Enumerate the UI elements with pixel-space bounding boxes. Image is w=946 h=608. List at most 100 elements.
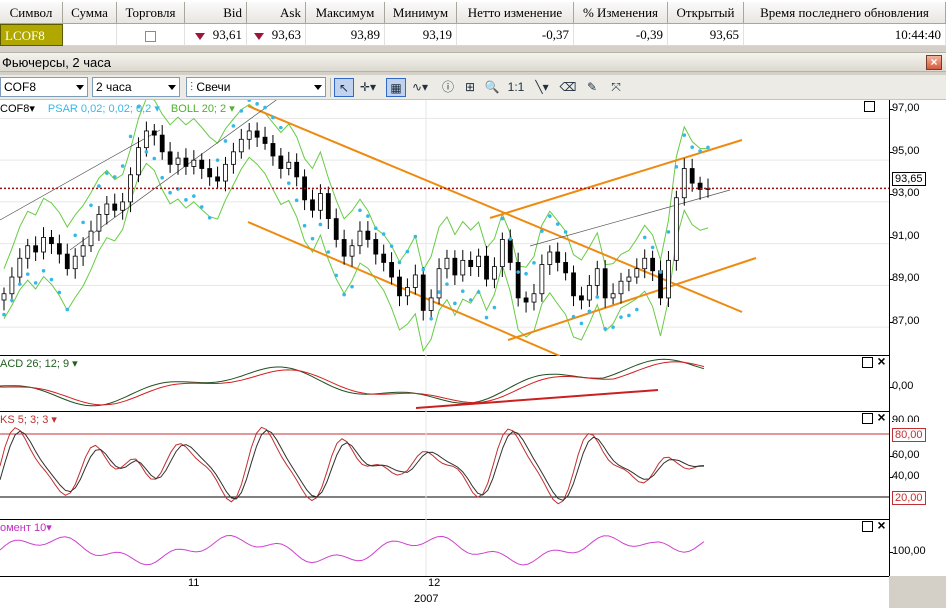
- grid-tool[interactable]: ▦: [386, 78, 406, 97]
- column-header-open[interactable]: Открытый: [668, 2, 744, 24]
- bid-down-arrow-icon: [194, 32, 205, 40]
- chart-type-combo[interactable]: ⫶ Свечи: [186, 77, 326, 97]
- psar-dot: [152, 156, 157, 161]
- cell-amount[interactable]: [63, 24, 117, 46]
- macd-plot[interactable]: [0, 356, 889, 412]
- column-header-net-change[interactable]: Нетто изменение: [457, 2, 574, 24]
- candle-body: [602, 268, 608, 299]
- maximize-pane-button[interactable]: [862, 413, 873, 424]
- psar-dot: [120, 164, 125, 168]
- candle-body: [389, 262, 394, 278]
- candle-body: [357, 230, 363, 247]
- macd-main-line: [0, 358, 705, 407]
- stochastic-plot[interactable]: [0, 412, 889, 520]
- column-header-high[interactable]: Максимум: [306, 2, 385, 24]
- zoom-tool[interactable]: 🔍: [482, 78, 502, 97]
- candle-body: [333, 218, 339, 240]
- candle-body: [507, 239, 513, 263]
- symbol-legend[interactable]: COF8▾: [0, 103, 35, 115]
- candle-body: [420, 274, 426, 311]
- column-header-symbol[interactable]: Символ: [0, 2, 63, 24]
- momentum-legend[interactable]: омент 10▾: [0, 521, 52, 534]
- close-window-button[interactable]: ×: [926, 55, 942, 70]
- column-header-low[interactable]: Минимум: [385, 2, 457, 24]
- column-header-pct-change[interactable]: % Изменения: [574, 2, 668, 24]
- psar-dot: [571, 314, 576, 319]
- psar-dot: [381, 232, 386, 236]
- psar-dot: [192, 194, 196, 198]
- candle-body: [143, 130, 149, 149]
- psar-dot: [73, 233, 77, 238]
- momentum-pane[interactable]: омент 10▾ ×: [0, 518, 889, 576]
- psar-dot: [555, 222, 560, 226]
- quote-row[interactable]: LCOF8 93,61 93,63 93,89 93,19 -0,37 -0,3…: [0, 24, 946, 46]
- stochastic-legend[interactable]: KS 5; 3; 3 ▾: [0, 413, 57, 426]
- paint-tool[interactable]: ✎: [582, 78, 602, 97]
- candle-body: [246, 130, 252, 140]
- cell-symbol[interactable]: LCOF8: [0, 24, 63, 46]
- interval-combo[interactable]: 2 часа: [92, 77, 180, 97]
- boll-legend[interactable]: BOLL 20; 2 ▾: [171, 103, 235, 115]
- momentum-plot[interactable]: [0, 520, 889, 576]
- line-tool[interactable]: ╲▾: [532, 78, 552, 97]
- candle-body: [681, 168, 687, 199]
- trend-line: [0, 129, 161, 221]
- psar-legend[interactable]: PSAR 0,02; 0,02; 0,2 ▾: [48, 103, 160, 115]
- candle-body: [112, 203, 118, 211]
- column-header-trade[interactable]: Торговля: [117, 2, 185, 24]
- info-tool[interactable]: ⓘ: [438, 78, 458, 97]
- psar-dot: [41, 268, 46, 273]
- candle-body: [80, 245, 86, 257]
- psar-dot: [255, 102, 259, 106]
- cursor-tool[interactable]: ↖: [334, 78, 354, 97]
- stochastic-upper-level-tag: 80,00: [892, 428, 926, 442]
- candle-body: [286, 161, 292, 169]
- candle-body: [96, 214, 102, 232]
- eraser-tool[interactable]: ⌫: [558, 78, 578, 97]
- close-pane-icon[interactable]: ×: [876, 354, 887, 368]
- psar-dot: [611, 325, 615, 329]
- close-pane-icon[interactable]: ×: [876, 518, 887, 532]
- column-header-ask[interactable]: Ask: [247, 2, 306, 24]
- chart-area[interactable]: COF8▾ PSAR 0,02; 0,02; 0,2 ▾ BOLL 20; 2 …: [0, 100, 946, 608]
- price-plot[interactable]: [0, 100, 889, 356]
- price-tick: 87,00: [889, 315, 920, 327]
- symbol-combo[interactable]: COF8: [0, 77, 88, 97]
- candle-body: [634, 268, 640, 278]
- stochastic-k-line: [0, 426, 705, 505]
- fibonacci-tool[interactable]: ⤧: [606, 78, 626, 97]
- chart-window-titlebar[interactable]: Фьючерсы, 2 часа ×: [0, 52, 946, 72]
- macd-legend[interactable]: ACD 26; 12; 9 ▾: [0, 357, 78, 370]
- stochastic-tick: 40,00: [889, 470, 920, 482]
- column-header-updated[interactable]: Время последнего обновления: [744, 2, 946, 24]
- crosshair-tool[interactable]: ✛▾: [358, 78, 378, 97]
- macd-pane[interactable]: ACD 26; 12; 9 ▾ ×: [0, 354, 889, 412]
- psar-dot: [642, 235, 647, 240]
- psar-dot: [437, 290, 441, 294]
- column-header-bid[interactable]: Bid: [185, 2, 247, 24]
- stochastic-tick: 60,00: [889, 449, 920, 461]
- toolbar-separator: [330, 78, 331, 97]
- maximize-pane-button[interactable]: [862, 357, 873, 368]
- candle-body: [341, 239, 347, 257]
- scale-tool[interactable]: 1:1: [506, 78, 526, 97]
- candle-body: [72, 255, 78, 270]
- close-pane-icon[interactable]: ×: [876, 410, 887, 424]
- stochastic-pane[interactable]: KS 5; 3; 3 ▾ ×: [0, 410, 889, 520]
- indicators-tool[interactable]: ∿▾: [410, 78, 430, 97]
- trade-checkbox[interactable]: [145, 30, 156, 42]
- column-header-amount[interactable]: Сумма: [63, 2, 117, 24]
- candle-body: [365, 230, 371, 240]
- stochastic-pane-buttons: ×: [859, 410, 887, 424]
- price-axis[interactable]: 97,00 95,00 93,00 91,00 89,00 87,00 93,6…: [889, 100, 946, 356]
- psar-dot: [160, 175, 165, 180]
- momentum-pane-buttons: ×: [859, 518, 887, 532]
- time-axis[interactable]: 11 12 2007: [0, 576, 889, 608]
- add-object-tool[interactable]: ⊞: [460, 78, 480, 97]
- candle-body: [56, 243, 62, 255]
- maximize-pane-button[interactable]: [864, 101, 875, 112]
- maximize-pane-button[interactable]: [862, 521, 873, 532]
- price-pane[interactable]: COF8▾ PSAR 0,02; 0,02; 0,2 ▾ BOLL 20; 2 …: [0, 100, 889, 356]
- candle-body: [223, 163, 228, 182]
- cell-ask: 93,63: [247, 24, 306, 46]
